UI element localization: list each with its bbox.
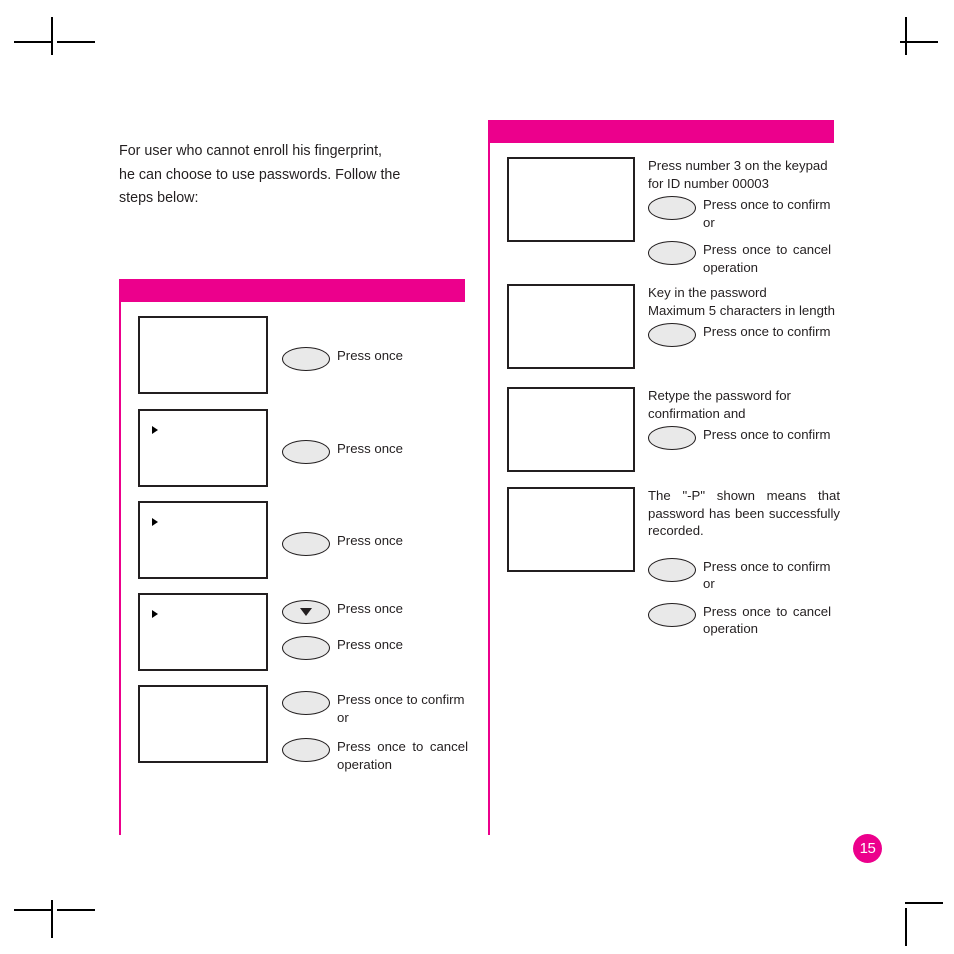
- button-label: Press once to cancel operation: [703, 603, 831, 637]
- display-cursor-marker-icon: [152, 610, 158, 618]
- button-label: Press once to cancel operation: [337, 739, 468, 772]
- oval-button-icon[interactable]: [648, 323, 696, 347]
- lcd-display: [138, 316, 268, 394]
- oval-button-icon[interactable]: [282, 636, 330, 660]
- oval-button-icon[interactable]: [282, 440, 330, 464]
- lcd-display: [507, 284, 635, 369]
- left-step-3: Press once: [138, 501, 403, 579]
- right-column-heading-bar: [490, 120, 834, 143]
- left-step-4-instructions: Press once Press once: [282, 593, 403, 660]
- right-step-2-text-line-1: Key in the password: [648, 285, 767, 300]
- right-step-3-text: Retype the password for confirmation and: [648, 388, 791, 421]
- button-label: Press once: [337, 348, 403, 363]
- oval-button-icon[interactable]: [648, 602, 696, 627]
- left-step-2: Press once: [138, 409, 403, 487]
- right-step-2-text-line-2: Maximum 5 characters in length: [648, 302, 835, 318]
- crop-mark-top-left-horizontal-2: [57, 41, 95, 43]
- left-step-3-instructions: Press once: [282, 501, 403, 556]
- lcd-display: [138, 501, 268, 579]
- button-label: Press once to confirm or: [703, 558, 831, 592]
- right-step-3: Retype the password for confirmation and…: [507, 387, 840, 472]
- button-label: Press once to confirm or: [703, 197, 831, 230]
- right-step-1-instructions: Press number 3 on the keypad for ID numb…: [648, 157, 840, 276]
- button-row: Press once to confirm or: [648, 196, 840, 231]
- button-label: Press once to confirm: [703, 324, 831, 339]
- lcd-display: [507, 387, 635, 472]
- button-label: Press once: [337, 441, 403, 456]
- right-step-4: The "-P" shown means that password has b…: [507, 487, 840, 638]
- oval-button-icon[interactable]: [282, 532, 330, 556]
- display-cursor-marker-icon: [152, 518, 158, 526]
- oval-button-icon[interactable]: [282, 738, 330, 762]
- button-row: Press once: [282, 636, 403, 660]
- right-step-4-instructions: The "-P" shown means that password has b…: [648, 487, 840, 638]
- lcd-display: [507, 487, 635, 572]
- crop-mark-bottom-left-vertical: [51, 900, 53, 938]
- button-row: Press once: [282, 600, 403, 624]
- lcd-display: [138, 409, 268, 487]
- crop-mark-bottom-right-vertical: [905, 908, 907, 946]
- button-label: Press once: [337, 637, 403, 652]
- button-label: Press once to cancel operation: [703, 242, 831, 275]
- oval-button-icon[interactable]: [648, 426, 696, 450]
- button-row: Press once to confirm: [648, 426, 840, 450]
- button-label: Press once: [337, 601, 403, 616]
- button-label: Press once to confirm: [703, 427, 831, 442]
- oval-button-icon[interactable]: [282, 347, 330, 371]
- left-step-1: Press once: [138, 316, 403, 394]
- button-row: Press once to cancel operation: [648, 602, 840, 638]
- button-row: Press once to cancel operation: [648, 241, 840, 276]
- left-step-5-instructions: Press once to confirm or Press once to c…: [282, 685, 468, 773]
- button-row: Press once: [282, 347, 403, 371]
- display-cursor-marker-icon: [152, 426, 158, 434]
- left-column-accent-rule: [119, 279, 121, 835]
- right-step-1: Press number 3 on the keypad for ID numb…: [507, 157, 840, 276]
- button-row: Press once: [282, 532, 403, 556]
- button-row: Press once to cancel operation: [282, 738, 468, 773]
- left-column-heading-bar: [121, 279, 465, 302]
- button-row: Press once: [282, 440, 403, 464]
- crop-mark-bottom-left-horizontal-2: [57, 909, 95, 911]
- page-number-badge: 15: [853, 834, 882, 863]
- left-column: Press once Press once Press once Press o…: [119, 0, 469, 954]
- left-step-4: Press once Press once: [138, 593, 403, 671]
- button-label: Press once: [337, 533, 403, 548]
- right-step-4-text: The "-P" shown means that password has b…: [648, 488, 840, 538]
- right-step-2-instructions: Key in the password Maximum 5 characters…: [648, 284, 840, 347]
- left-step-5: Press once to confirm or Press once to c…: [138, 685, 468, 773]
- left-step-2-instructions: Press once: [282, 409, 403, 464]
- crop-mark-bottom-right-horizontal: [905, 902, 943, 904]
- right-column-accent-rule: [488, 120, 490, 835]
- button-row: Press once to confirm: [648, 323, 840, 347]
- right-column: Press number 3 on the keypad for ID numb…: [488, 0, 840, 954]
- crop-mark-bottom-left-horizontal: [14, 909, 52, 911]
- button-label: Press once to confirm or: [337, 692, 465, 725]
- oval-button-icon[interactable]: [648, 557, 696, 582]
- lcd-display: [138, 685, 268, 763]
- oval-button-down-arrow-icon[interactable]: [282, 600, 330, 624]
- oval-button-icon[interactable]: [282, 691, 330, 715]
- oval-button-icon[interactable]: [648, 241, 696, 265]
- crop-mark-top-right-vertical: [905, 17, 907, 55]
- lcd-display: [507, 157, 635, 242]
- lcd-display: [138, 593, 268, 671]
- right-step-1-text: Press number 3 on the keypad for ID numb…: [648, 158, 828, 191]
- oval-button-icon[interactable]: [648, 196, 696, 220]
- crop-mark-top-left-vertical: [51, 17, 53, 55]
- right-step-2: Key in the password Maximum 5 characters…: [507, 284, 840, 369]
- button-row: Press once to confirm or: [282, 691, 468, 726]
- left-step-1-instructions: Press once: [282, 316, 403, 371]
- crop-mark-top-left-horizontal: [14, 41, 52, 43]
- right-step-3-instructions: Retype the password for confirmation and…: [648, 387, 840, 450]
- button-row: Press once to confirm or: [648, 557, 840, 593]
